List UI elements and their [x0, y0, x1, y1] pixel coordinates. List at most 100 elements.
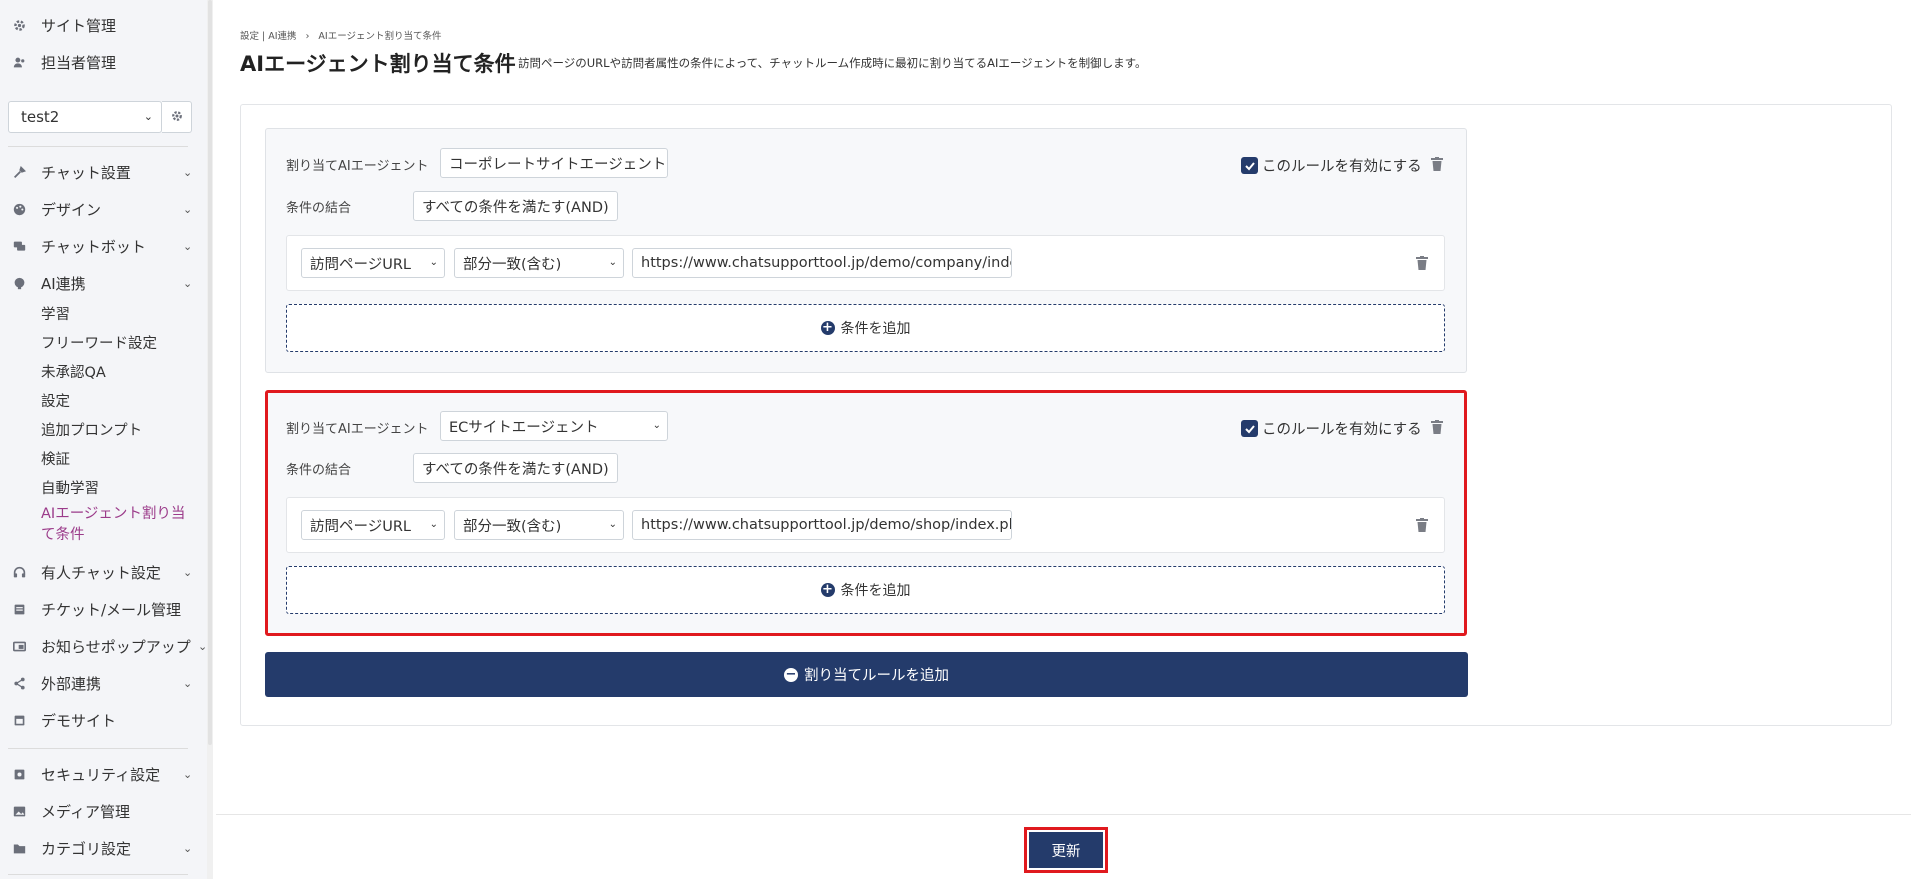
sidebar-item-category[interactable]: カテゴリ設定 ⌄ [0, 833, 200, 863]
sidebar-item-label: チャット設置 [41, 163, 131, 182]
footer-divider [216, 814, 1911, 815]
sidebar-subitem-additional-prompt[interactable]: 追加プロンプト [41, 419, 142, 440]
chevron-down-icon: ⌄ [652, 420, 661, 431]
sidebar-item-label: デモサイト [41, 711, 117, 730]
app-root: サイト管理 担当者管理 test2 ⌄ チャット設置 ⌄ デザイン ⌄ チャット… [0, 0, 1911, 879]
condition-operator-value: 部分一致(含む) [463, 256, 562, 273]
sidebar-item-label: メディア管理 [41, 802, 130, 821]
chevron-down-icon: ⌄ [429, 519, 438, 530]
chevron-down-icon: ⌄ [183, 841, 193, 855]
delete-condition-icon[interactable] [1416, 518, 1428, 532]
sidebar-subitem-unapproved-qa[interactable]: 未承認QA [41, 361, 106, 382]
combine-select[interactable]: すべての条件を満たす(AND) [413, 191, 618, 221]
site-select[interactable]: test2 ⌄ [8, 101, 162, 133]
chevron-down-icon: ⌄ [183, 165, 193, 179]
sidebar-item-label: お知らせポップアップ [41, 637, 191, 656]
page-title: AIエージェント割り当て条件 [240, 52, 516, 76]
chevron-down-icon: ⌄ [198, 639, 208, 653]
condition-operator-select[interactable]: 部分一致(含む) ⌄ [454, 510, 624, 540]
brain-icon [12, 276, 26, 290]
palette-icon [12, 202, 26, 216]
folder-icon [12, 841, 26, 855]
condition-field-select[interactable]: 訪問ページURL ⌄ [301, 248, 445, 278]
chevron-down-icon: ⌄ [608, 519, 617, 530]
chevron-down-icon: ⌄ [143, 110, 153, 123]
breadcrumb-separator: › [305, 31, 310, 42]
shield-icon [12, 767, 26, 781]
sidebar-subitem-label-line2: て条件 [41, 527, 85, 543]
sidebar-item-notice-popup[interactable]: お知らせポップアップ ⌄ [0, 631, 207, 661]
sidebar-item-media[interactable]: メディア管理 [0, 796, 200, 826]
share-icon [12, 676, 26, 690]
combine-select-value: すべての条件を満たす(AND) [422, 199, 609, 216]
sidebar-item-label: チケット/メール管理 [41, 600, 182, 619]
users-icon [12, 55, 26, 69]
plus-circle-icon: + [820, 582, 835, 597]
page-description: 訪問ページのURLや訪問者属性の条件によって、チャットルーム作成時に最初に割り当… [518, 56, 1147, 70]
browser-icon [12, 713, 26, 727]
sidebar-item-ticket-mail[interactable]: チケット/メール管理 [0, 594, 200, 624]
sidebar-item-label: デザイン [41, 200, 102, 219]
delete-rule-icon[interactable] [1431, 420, 1443, 434]
sidebar-item-chatbot[interactable]: チャットボット ⌄ [0, 231, 200, 261]
enable-checkbox[interactable] [1241, 157, 1258, 174]
scrollbar-thumb[interactable] [208, 0, 212, 745]
sidebar-item-staff-management[interactable]: 担当者管理 [0, 47, 200, 77]
sidebar-subitem-learning[interactable]: 学習 [41, 303, 70, 324]
site-settings-button[interactable] [162, 101, 192, 133]
chevron-down-icon: ⌄ [183, 565, 193, 579]
combine-label: 条件の結合 [286, 201, 352, 216]
sidebar-subitem-verification[interactable]: 検証 [41, 448, 70, 469]
sidebar-item-site-management[interactable]: サイト管理 [0, 10, 200, 40]
update-button[interactable]: 更新 [1024, 827, 1108, 873]
breadcrumb-current: AIエージェント割り当て条件 [318, 31, 442, 42]
sidebar-divider [8, 146, 188, 147]
add-condition-button[interactable]: + 条件を追加 [286, 566, 1445, 614]
plus-circle-icon: + [820, 320, 835, 335]
breadcrumb-parent[interactable]: 設定 | AI連携 [240, 31, 297, 42]
image-icon [12, 804, 26, 818]
sidebar-item-design[interactable]: デザイン ⌄ [0, 194, 200, 224]
sidebar-item-external[interactable]: 外部連携 ⌄ [0, 668, 200, 698]
chevron-down-icon: ⌄ [183, 202, 193, 216]
enable-rule-toggle[interactable]: このルールを有効にする [1241, 418, 1422, 439]
comments-icon [12, 239, 26, 253]
combine-select-value: すべての条件を満たす(AND) [422, 461, 609, 478]
sidebar-subitem-freeword[interactable]: フリーワード設定 [41, 332, 157, 353]
sidebar-item-label: セキュリティ設定 [41, 765, 161, 784]
agent-select[interactable]: ECサイトエージェント ⌄ [440, 411, 668, 441]
sidebar-scrollbar[interactable] [207, 0, 213, 879]
delete-rule-icon[interactable] [1431, 157, 1443, 171]
delete-condition-icon[interactable] [1416, 256, 1428, 270]
add-rule-button[interactable]: − 割り当てルールを追加 [265, 652, 1468, 697]
sidebar-item-label: カテゴリ設定 [41, 839, 132, 858]
chevron-down-icon: ⌄ [429, 257, 438, 268]
sidebar-divider [8, 874, 188, 875]
sidebar-item-security[interactable]: セキュリティ設定 ⌄ [0, 759, 200, 789]
update-button-label: 更新 [1029, 832, 1103, 868]
enable-label: このルールを有効にする [1262, 159, 1422, 175]
combine-label: 条件の結合 [286, 463, 352, 478]
sidebar-item-label: 外部連携 [41, 674, 102, 693]
add-condition-button[interactable]: + 条件を追加 [286, 304, 1445, 352]
condition-field-select[interactable]: 訪問ページURL ⌄ [301, 510, 445, 540]
agent-select[interactable]: コーポレートサイトエージェント [440, 148, 668, 178]
condition-field-value: 訪問ページURL [310, 518, 411, 535]
agent-select-value: コーポレートサイトエージェント [449, 156, 667, 173]
sidebar-item-chat-install[interactable]: チャット設置 ⌄ [0, 157, 200, 187]
sidebar-subitem-auto-learning[interactable]: 自動学習 [41, 477, 99, 498]
sidebar-item-human-chat[interactable]: 有人チャット設定 ⌄ [0, 557, 200, 587]
sidebar-item-label: AI連携 [41, 274, 86, 293]
condition-value-input[interactable]: https://www.chatsupporttool.jp/demo/comp… [632, 248, 1012, 278]
enable-checkbox[interactable] [1241, 420, 1258, 437]
sidebar-item-ai[interactable]: AI連携 ⌄ [0, 268, 200, 298]
sidebar-item-demo-site[interactable]: デモサイト [0, 705, 200, 735]
enable-rule-toggle[interactable]: このルールを有効にする [1241, 155, 1422, 176]
chevron-down-icon: ⌄ [183, 767, 193, 781]
combine-select[interactable]: すべての条件を満たす(AND) [413, 453, 618, 483]
condition-operator-select[interactable]: 部分一致(含む) ⌄ [454, 248, 624, 278]
add-condition-label: 条件を追加 [840, 583, 911, 599]
sidebar-subitem-settings[interactable]: 設定 [41, 390, 70, 411]
sidebar-subitem-agent-assignment[interactable]: AIエージェント割り当 て条件 [41, 504, 185, 546]
condition-value-input[interactable]: https://www.chatsupporttool.jp/demo/shop… [632, 510, 1012, 540]
